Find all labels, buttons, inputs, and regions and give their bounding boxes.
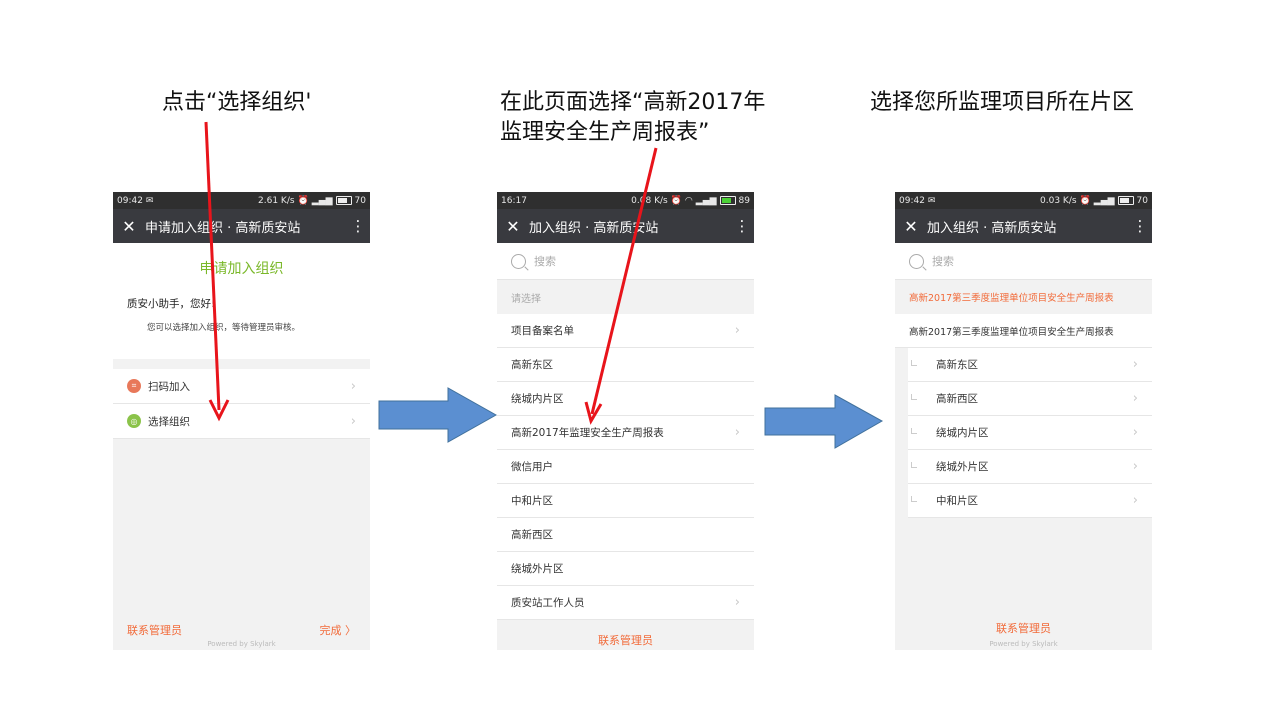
red-arrow-1-line [204, 121, 221, 411]
flow-arrow-2 [764, 394, 884, 449]
annotation-overlay [204, 121, 884, 449]
flow-arrow-1 [378, 387, 498, 443]
red-arrow-2-line [590, 147, 658, 415]
